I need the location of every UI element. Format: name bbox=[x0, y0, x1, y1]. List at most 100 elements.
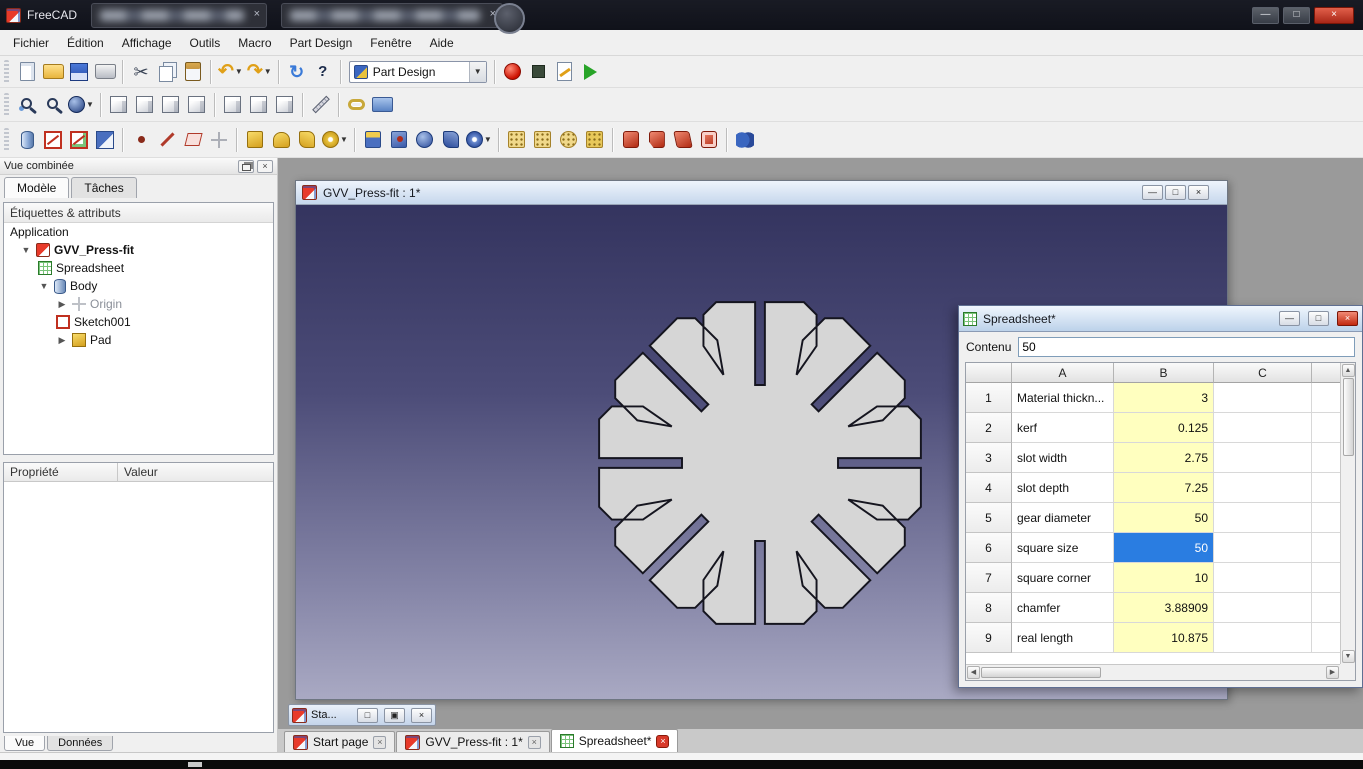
cell-a5[interactable]: gear diameter bbox=[1012, 503, 1114, 533]
close-tab-icon[interactable]: × bbox=[656, 734, 670, 748]
menu-item-fichier[interactable]: Fichier bbox=[4, 32, 58, 54]
redacted-tab[interactable]: × bbox=[281, 2, 504, 28]
cut-button[interactable]: ✂ bbox=[128, 58, 154, 86]
cell-b1[interactable]: 3 bbox=[1114, 383, 1214, 413]
horizontal-scrollbar[interactable]: ◀ ▶ bbox=[966, 664, 1340, 680]
cell-a4[interactable]: slot depth bbox=[1012, 473, 1114, 503]
cell-a8[interactable]: chamfer bbox=[1012, 593, 1114, 623]
row-header[interactable]: 7 bbox=[966, 563, 1012, 593]
view-bottom-button[interactable] bbox=[246, 91, 272, 119]
tree-item-application[interactable]: Application bbox=[4, 223, 273, 241]
cell-c2[interactable] bbox=[1214, 413, 1312, 443]
cell-a2[interactable]: kerf bbox=[1012, 413, 1114, 443]
restore-button[interactable]: □ bbox=[357, 707, 378, 723]
cell-a9[interactable]: real length bbox=[1012, 623, 1114, 653]
minimize-button[interactable]: — bbox=[1279, 311, 1300, 326]
menu-item-macro[interactable]: Macro bbox=[229, 32, 280, 54]
make-link-button[interactable] bbox=[344, 91, 370, 119]
row-header[interactable]: 5 bbox=[966, 503, 1012, 533]
hole-button[interactable] bbox=[386, 126, 412, 154]
cell-b2[interactable]: 0.125 bbox=[1114, 413, 1214, 443]
pad-button[interactable] bbox=[242, 126, 268, 154]
multitransform-button[interactable] bbox=[582, 126, 608, 154]
chevron-down-icon[interactable]: ▼ bbox=[264, 67, 272, 76]
menu-item-aide[interactable]: Aide bbox=[421, 32, 463, 54]
menu-item-fenetre[interactable]: Fenêtre bbox=[361, 32, 420, 54]
groove-button[interactable] bbox=[412, 126, 438, 154]
corner-header[interactable] bbox=[966, 363, 1012, 383]
map-sketch-button[interactable] bbox=[92, 126, 118, 154]
print-button[interactable] bbox=[92, 58, 118, 86]
chevron-down-icon[interactable]: ▼ bbox=[86, 100, 94, 109]
cell-a1[interactable]: Material thickn... bbox=[1012, 383, 1114, 413]
cell-c8[interactable] bbox=[1214, 593, 1312, 623]
draft-button[interactable] bbox=[670, 126, 696, 154]
create-body-button[interactable] bbox=[14, 126, 40, 154]
row-header[interactable]: 4 bbox=[966, 473, 1012, 503]
redacted-tab[interactable]: × bbox=[91, 2, 268, 28]
view-top-button[interactable] bbox=[158, 91, 184, 119]
measure-button[interactable] bbox=[308, 91, 334, 119]
minimize-button[interactable]: — bbox=[1142, 185, 1163, 200]
tree-item-pad[interactable]: ▶ Pad bbox=[4, 331, 273, 349]
tab-start-page[interactable]: Start page × bbox=[284, 731, 396, 752]
local-cs-button[interactable] bbox=[206, 126, 232, 154]
macro-edit-button[interactable] bbox=[552, 58, 578, 86]
tab-modele[interactable]: Modèle bbox=[4, 177, 70, 198]
subtractive-loft-button[interactable] bbox=[438, 126, 464, 154]
thickness-button[interactable] bbox=[696, 126, 722, 154]
additive-pipe-button[interactable]: ▼ bbox=[320, 126, 350, 154]
new-file-button[interactable] bbox=[14, 58, 40, 86]
cell-c1[interactable] bbox=[1214, 383, 1312, 413]
cell-c7[interactable] bbox=[1214, 563, 1312, 593]
polar-pattern-button[interactable] bbox=[556, 126, 582, 154]
row-header[interactable]: 2 bbox=[966, 413, 1012, 443]
pocket-button[interactable] bbox=[360, 126, 386, 154]
close-tab-icon[interactable]: × bbox=[373, 735, 387, 749]
view-rear-button[interactable] bbox=[220, 91, 246, 119]
cell-a6[interactable]: square size bbox=[1012, 533, 1114, 563]
expander-open-icon[interactable]: ▼ bbox=[20, 245, 32, 255]
workbench-selector[interactable]: Part Design ▼ bbox=[348, 60, 487, 83]
chevron-down-icon[interactable]: ▼ bbox=[340, 135, 348, 144]
scroll-down-icon[interactable]: ▼ bbox=[1341, 650, 1355, 663]
spreadsheet-window-titlebar[interactable]: Spreadsheet* — □ × bbox=[959, 306, 1362, 332]
linear-pattern-button[interactable] bbox=[530, 126, 556, 154]
mirrored-button[interactable] bbox=[504, 126, 530, 154]
close-button[interactable]: × bbox=[1188, 185, 1209, 200]
row-header[interactable]: 9 bbox=[966, 623, 1012, 653]
cell-b8[interactable]: 3.88909 bbox=[1114, 593, 1214, 623]
expander-open-icon[interactable]: ▼ bbox=[38, 281, 50, 291]
link-group-button[interactable] bbox=[370, 91, 396, 119]
row-header[interactable]: 3 bbox=[966, 443, 1012, 473]
view-front-button[interactable] bbox=[132, 91, 158, 119]
edit-sketch-button[interactable] bbox=[66, 126, 92, 154]
cell-b5[interactable]: 50 bbox=[1114, 503, 1214, 533]
view-axonometric-button[interactable] bbox=[106, 91, 132, 119]
scroll-left-icon[interactable]: ◀ bbox=[967, 666, 980, 679]
boolean-button[interactable] bbox=[732, 126, 758, 154]
scroll-up-icon[interactable]: ▲ bbox=[1341, 364, 1355, 377]
cell-c4[interactable] bbox=[1214, 473, 1312, 503]
close-button[interactable]: × bbox=[1314, 6, 1354, 24]
tree-item-spreadsheet[interactable]: Spreadsheet bbox=[4, 259, 273, 277]
cell-c5[interactable] bbox=[1214, 503, 1312, 533]
tab-taches[interactable]: Tâches bbox=[71, 177, 137, 198]
chamfer-button[interactable] bbox=[644, 126, 670, 154]
tree-item-origin[interactable]: ▶ Origin bbox=[4, 295, 273, 313]
cell-b9[interactable]: 10.875 bbox=[1114, 623, 1214, 653]
cell-c3[interactable] bbox=[1214, 443, 1312, 473]
macro-record-button[interactable] bbox=[500, 58, 526, 86]
press-fit-part[interactable] bbox=[565, 268, 955, 658]
tree-item-body[interactable]: ▼ Body bbox=[4, 277, 273, 295]
document-window-titlebar[interactable]: GVV_Press-fit : 1* — □ × bbox=[296, 181, 1227, 205]
datum-point-button[interactable] bbox=[128, 126, 154, 154]
cell-c9[interactable] bbox=[1214, 623, 1312, 653]
chevron-down-icon[interactable]: ▼ bbox=[235, 67, 243, 76]
fit-all-button[interactable] bbox=[14, 91, 40, 119]
close-icon[interactable]: × bbox=[254, 8, 260, 20]
chevron-down-icon[interactable]: ▼ bbox=[468, 61, 486, 82]
macro-run-button[interactable] bbox=[578, 58, 604, 86]
cell-c6[interactable] bbox=[1214, 533, 1312, 563]
circle-badge-icon[interactable] bbox=[494, 3, 525, 34]
